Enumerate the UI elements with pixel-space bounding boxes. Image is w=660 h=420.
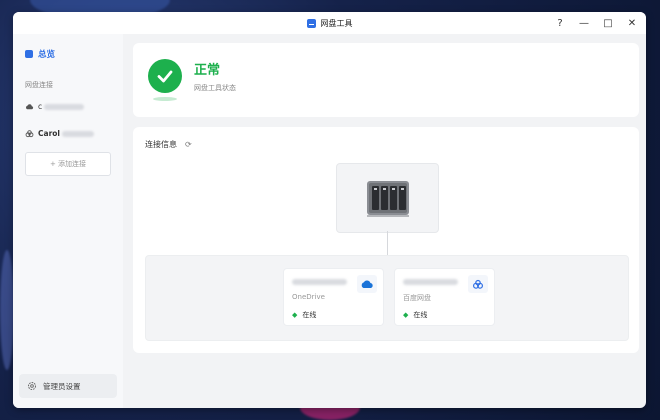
maximize-button[interactable]: □ [602, 18, 614, 29]
gear-icon [28, 382, 36, 390]
blurred-account-name [44, 103, 85, 110]
connection-line [387, 231, 388, 255]
blurred-account-name [403, 279, 458, 285]
onedrive-cloud-icon [357, 275, 377, 293]
overview-icon [25, 50, 33, 58]
app-window: 网盘工具 ? — □ ✕ 总览 网盘连接 c Carol + 添加连接 管理员设… [13, 12, 646, 408]
sidebar-item-connection[interactable]: c [25, 102, 85, 111]
drive-status: ◆ 在线 [403, 310, 427, 320]
online-dot-icon: ◆ [403, 311, 409, 319]
nas-device [336, 163, 439, 233]
drive-status: ◆ 在线 [292, 310, 316, 320]
admin-settings-label: 管理员设置 [43, 381, 81, 391]
drive-kind: OneDrive [292, 293, 325, 301]
connection-label: c [38, 102, 43, 111]
status-icon-shadow [153, 97, 177, 101]
baidu-pan-icon [25, 129, 34, 137]
help-button[interactable]: ? [554, 18, 566, 29]
drive-status-label: 在线 [302, 311, 317, 319]
drives-area: OneDrive ◆ 在线 百度网盘 ◆ 在线 [145, 255, 629, 341]
drive-kind: 百度网盘 [403, 294, 431, 302]
minimize-button[interactable]: — [578, 18, 590, 29]
nas-device-icon [366, 181, 409, 217]
status-subtitle: 网盘工具状态 [194, 84, 236, 92]
close-button[interactable]: ✕ [626, 18, 638, 29]
sidebar: 总览 网盘连接 c Carol + 添加连接 管理员设置 [13, 34, 123, 408]
drive-card-baidu[interactable]: 百度网盘 ◆ 在线 [394, 268, 495, 326]
connection-info-header: 连接信息 ⟳ [145, 139, 192, 150]
section-label: 网盘连接 [25, 81, 53, 89]
status-card: 正常 网盘工具状态 [133, 43, 639, 117]
baidu-pan-icon [468, 275, 488, 293]
add-connection-button[interactable]: + 添加连接 [25, 152, 111, 176]
drive-card-onedrive[interactable]: OneDrive ◆ 在线 [283, 268, 384, 326]
connection-label: Carol [38, 129, 60, 138]
blurred-account-name [62, 130, 94, 137]
refresh-icon[interactable]: ⟳ [185, 140, 192, 149]
window-title: 网盘工具 [320, 18, 353, 28]
status-ok-icon [148, 59, 182, 93]
connection-info-card: 连接信息 ⟳ OneDrive ◆ 在线 百度网盘 ◆ 在线 [133, 127, 639, 353]
sidebar-item-label: 总览 [38, 50, 56, 60]
drive-status-label: 在线 [413, 311, 428, 319]
admin-settings-button[interactable]: 管理员设置 [19, 374, 117, 398]
title-bar: 网盘工具 ? — □ ✕ [13, 12, 646, 34]
blurred-account-name [292, 279, 347, 285]
sidebar-item-connection[interactable]: Carol [25, 129, 94, 138]
online-dot-icon: ◆ [292, 311, 298, 319]
cloud-icon [25, 103, 34, 109]
sidebar-item-overview[interactable]: 总览 [25, 48, 55, 60]
status-title: 正常 [194, 63, 221, 78]
connection-info-title: 连接信息 [145, 140, 177, 149]
app-logo-icon [306, 18, 316, 28]
